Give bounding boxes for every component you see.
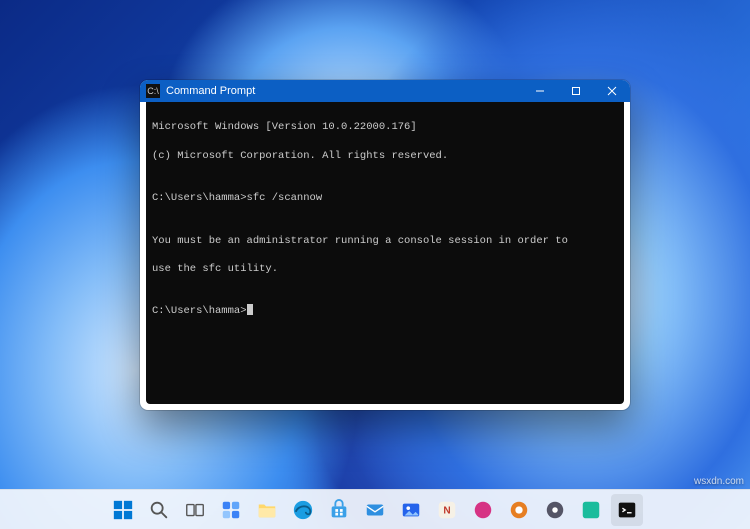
windows-logo-icon [112, 499, 134, 521]
task-view-icon [184, 499, 206, 521]
terminal-cursor [247, 304, 253, 315]
window-title: Command Prompt [166, 85, 255, 97]
taskbar-app-terminal[interactable] [611, 494, 643, 526]
gear-icon [544, 499, 566, 521]
terminal-line: You must be an administrator running a c… [152, 234, 618, 248]
desktop: C:\ Command Prompt Microsoft Windows [Ve… [0, 0, 750, 529]
taskbar-app-generic-4[interactable] [575, 494, 607, 526]
widgets-icon [220, 499, 242, 521]
maximize-button[interactable] [558, 80, 594, 102]
taskbar-app-mail[interactable] [359, 494, 391, 526]
app-icon: N [436, 499, 458, 521]
app-icon [472, 499, 494, 521]
taskbar-app-edge[interactable] [287, 494, 319, 526]
app-icon [508, 499, 530, 521]
taskbar[interactable]: N [0, 489, 750, 529]
store-icon [328, 499, 350, 521]
terminal-line: C:\Users\hamma>sfc /scannow [152, 191, 618, 205]
mail-icon [364, 499, 386, 521]
task-view-button[interactable] [179, 494, 211, 526]
svg-text:N: N [443, 505, 450, 516]
terminal-line: use the sfc utility. [152, 262, 618, 276]
search-icon [148, 499, 170, 521]
start-button[interactable] [107, 494, 139, 526]
close-button[interactable] [594, 80, 630, 102]
terminal-line: Microsoft Windows [Version 10.0.22000.17… [152, 120, 618, 134]
terminal-icon [616, 499, 638, 521]
terminal-line: (c) Microsoft Corporation. All rights re… [152, 149, 618, 163]
app-icon [580, 499, 602, 521]
taskbar-app-photos[interactable] [395, 494, 427, 526]
search-button[interactable] [143, 494, 175, 526]
watermark-text: wsxdn.com [694, 476, 744, 487]
edge-icon [292, 499, 314, 521]
taskbar-app-explorer[interactable] [251, 494, 283, 526]
command-prompt-window: C:\ Command Prompt Microsoft Windows [Ve… [140, 80, 630, 410]
taskbar-app-settings[interactable] [539, 494, 571, 526]
taskbar-app-store[interactable] [323, 494, 355, 526]
terminal-prompt: C:\Users\hamma> [152, 304, 618, 318]
taskbar-app-generic-3[interactable] [503, 494, 535, 526]
photos-icon [400, 499, 422, 521]
cmd-icon: C:\ [146, 84, 160, 98]
widgets-button[interactable] [215, 494, 247, 526]
minimize-button[interactable] [522, 80, 558, 102]
taskbar-app-generic-1[interactable]: N [431, 494, 463, 526]
taskbar-app-generic-2[interactable] [467, 494, 499, 526]
terminal-output[interactable]: Microsoft Windows [Version 10.0.22000.17… [146, 102, 624, 404]
window-titlebar[interactable]: C:\ Command Prompt [140, 80, 630, 102]
file-explorer-icon [256, 499, 278, 521]
